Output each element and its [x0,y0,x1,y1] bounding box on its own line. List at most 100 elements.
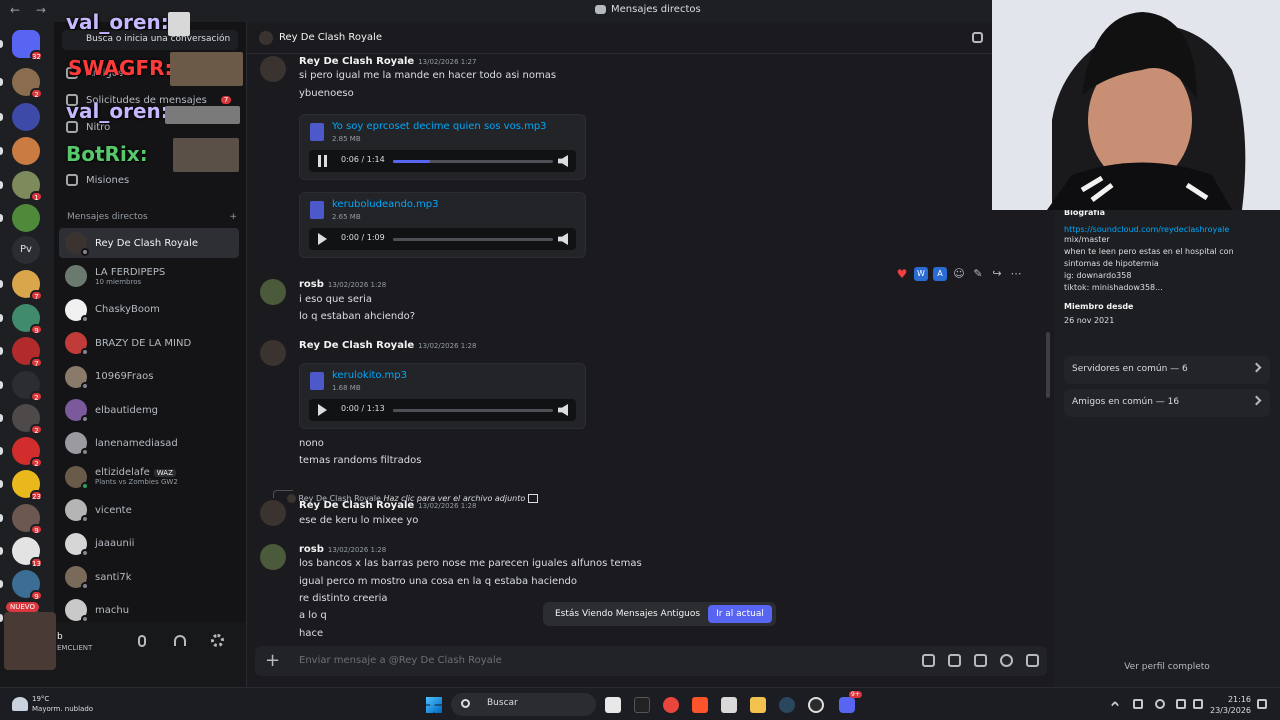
epic-games-icon[interactable] [634,697,650,713]
server-icon[interactable]: 2 [12,437,43,468]
server-icon[interactable]: 1 [12,171,43,202]
view-full-profile-link[interactable]: Ver perfil completo [1054,662,1280,672]
volume-icon[interactable] [558,233,568,245]
message-composer[interactable]: + Enviar mensaje a @Rey De Clash Royale [255,646,1047,676]
discord-taskbar-icon[interactable] [839,697,855,713]
server-icon[interactable]: 2 [12,404,43,435]
attachment-filename[interactable]: keruboludeando.mp3 [332,199,439,210]
server-icon[interactable]: 7 [12,337,43,368]
author-name[interactable]: rosb [299,279,324,290]
server-icon[interactable]: 7 [12,270,43,301]
taskbar-search[interactable]: Buscar [451,693,596,716]
apps-icon[interactable] [1026,654,1039,667]
dm-item[interactable]: BRAZY DE LA MIND [59,328,239,358]
audio-progress[interactable] [393,160,553,163]
play-icon[interactable] [318,404,327,416]
settings-icon[interactable] [211,634,224,647]
author-name[interactable]: Rey De Clash Royale [299,500,414,511]
user-avatar[interactable] [4,612,56,670]
pause-icon[interactable] [318,155,327,167]
play-icon[interactable] [318,233,327,245]
gif-icon[interactable] [948,654,961,667]
server-icon-pv[interactable]: Pv [12,236,40,264]
server-icon[interactable]: 2 [12,68,43,99]
message-author[interactable]: Rey De Clash Royale 13/02/2026 1:27 [299,56,476,67]
volume-icon[interactable] [558,404,568,416]
author-name[interactable]: Rey De Clash Royale [299,340,414,351]
w-reaction-icon[interactable]: W [914,267,928,281]
dm-item[interactable]: vicente [59,495,239,525]
more-icon[interactable]: ⋯ [1009,267,1023,281]
audio-progress[interactable] [393,238,553,241]
author-name[interactable]: rosb [299,544,324,555]
server-icon[interactable]: 9 [12,504,43,535]
chrome-icon[interactable] [663,697,679,713]
dm-item[interactable]: 10969Fraos [59,362,239,392]
brave-icon[interactable] [692,697,708,713]
message-avatar[interactable] [260,340,286,366]
dm-item[interactable]: ChaskyBoom [59,295,239,325]
dm-item[interactable]: eltizidelafe WAZ Plants vs Zombies GW2 [59,462,239,492]
steam-icon[interactable] [779,697,795,713]
jump-to-present-button[interactable]: Ir al actual [708,605,772,623]
composer-input[interactable]: Enviar mensaje a @Rey De Clash Royale [299,655,502,666]
call-icon[interactable] [972,32,983,43]
chevron-up-icon[interactable] [1110,700,1120,710]
a-reaction-icon[interactable]: A [933,267,947,281]
dm-item[interactable]: elbautidemg [59,395,239,425]
nav-quests[interactable]: Misiones [66,169,129,191]
message-author[interactable]: Rey De Clash Royale 13/02/2026 1:28 [299,340,476,351]
message-author[interactable]: rosb 13/02/2026 1:28 [299,279,386,290]
message-author[interactable]: Rey De Clash Royale 13/02/2026 1:28 [299,500,476,511]
dm-item[interactable]: lanenamediasad [59,428,239,458]
store-icon[interactable] [721,697,737,713]
heart-reaction-icon[interactable]: ♥ [895,267,909,281]
obs-icon[interactable] [808,697,824,713]
dm-item[interactable]: jaaaunii [59,529,239,559]
windows-start-icon[interactable] [426,697,442,713]
bio-link[interactable]: https://soundcloud.com/reydeclashroyale [1064,225,1270,234]
server-icon[interactable] [12,103,40,131]
attach-plus-icon[interactable]: + [265,650,280,671]
weather-widget[interactable]: 19°C Mayorm. nublado [32,694,93,714]
attachment-filename[interactable]: Yo soy eprcoset decime quien sos vos.mp3 [332,121,547,132]
volume-tray-icon[interactable] [1193,699,1203,709]
server-icon[interactable]: 13 [12,537,43,568]
server-icon[interactable]: 9 [12,570,43,601]
dm-item[interactable]: LA FERDIPEPS 10 miembros [59,261,239,291]
edit-icon[interactable]: ✎ [971,267,985,281]
attachment-filename[interactable]: kerulokito.mp3 [332,370,407,381]
mic-tray-icon[interactable] [1155,699,1165,709]
nav-arrows[interactable]: ← → [10,3,52,17]
clock[interactable]: 21:16 23/3/2026 [1210,694,1251,716]
volume-icon[interactable] [558,155,568,167]
mutual-friends-row[interactable]: Amigos en común — 16 [1064,389,1270,417]
new-dm-button[interactable]: + [229,212,237,222]
mic-icon[interactable] [138,635,146,647]
server-icon[interactable]: 32 [12,30,43,61]
add-reaction-icon[interactable]: ☺ [952,267,966,281]
forward-icon[interactable]: ↪ [990,267,1004,281]
notification-icon[interactable] [1257,699,1267,709]
message-avatar[interactable] [260,500,286,526]
taskview-icon[interactable] [605,697,621,713]
message-avatar[interactable] [260,279,286,305]
headphones-icon[interactable] [174,635,186,646]
emoji-icon[interactable] [1000,654,1013,667]
sticker-icon[interactable] [974,654,987,667]
file-explorer-icon[interactable] [750,697,766,713]
message-avatar[interactable] [260,544,286,570]
network-icon[interactable] [1176,699,1186,709]
discord-tray-icon[interactable] [1133,699,1143,709]
gift-icon[interactable] [922,654,935,667]
server-icon[interactable] [12,137,40,165]
server-icon[interactable]: 9 [12,304,43,335]
dm-item[interactable]: machu [59,595,239,625]
message-avatar[interactable] [260,56,286,82]
mutual-servers-row[interactable]: Servidores en común — 6 [1064,356,1270,384]
server-icon[interactable]: 23 [12,470,43,501]
audio-progress[interactable] [393,409,553,412]
server-icon[interactable]: 2 [12,371,43,402]
dm-item[interactable]: santi7k [59,562,239,592]
server-icon[interactable] [12,204,40,232]
